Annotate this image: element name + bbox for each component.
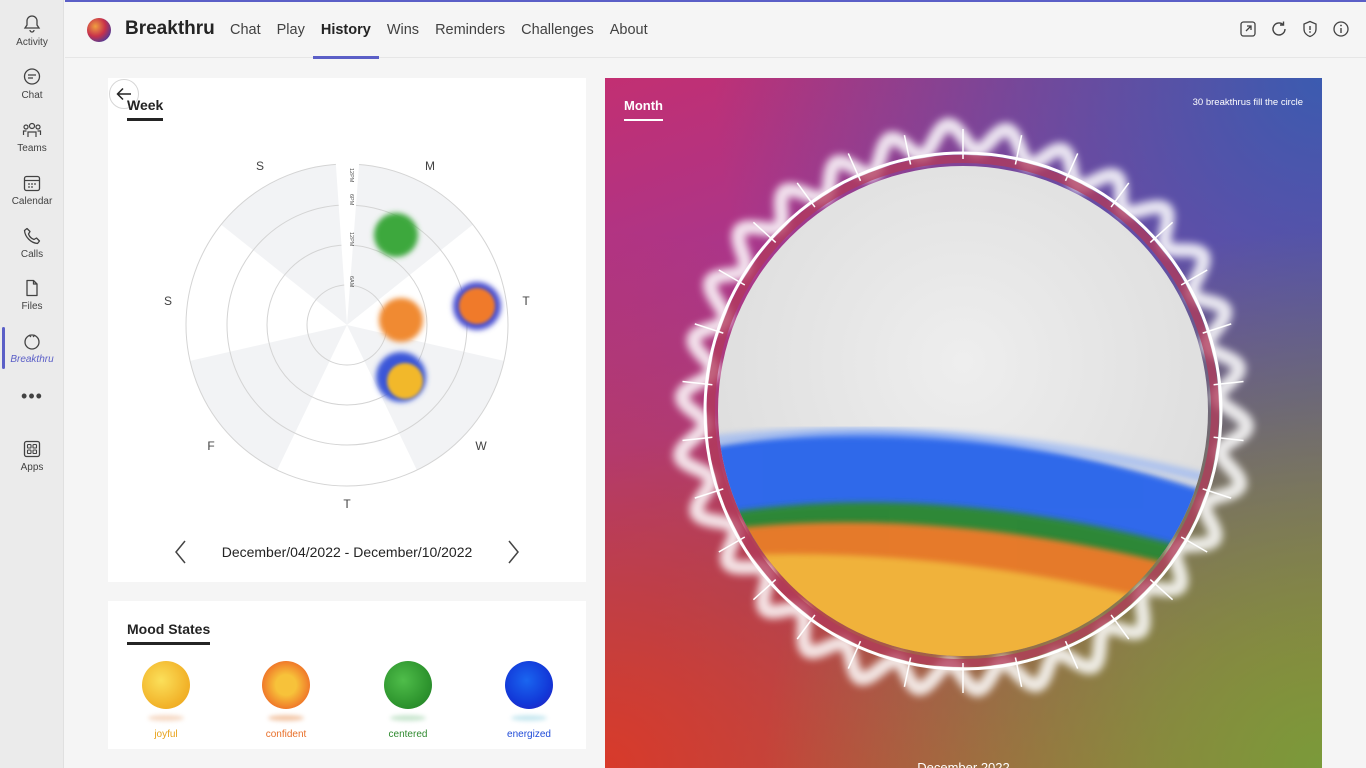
rail-item-teams[interactable]: Teams	[0, 112, 64, 162]
week-card: Week 12PM 6PM 12PM 6AM S M T W T F S Dec…	[108, 78, 586, 582]
rail-item-apps[interactable]: Apps	[0, 431, 64, 481]
bell-icon	[23, 15, 41, 33]
mood-states-title: Mood States	[127, 621, 211, 645]
app-rail: Activity Chat Teams Calendar Calls Files…	[0, 0, 64, 768]
tab-bar: Chat Play History Wins Reminders Challen…	[222, 2, 656, 59]
day-label: S	[164, 294, 172, 308]
tab-challenges[interactable]: Challenges	[513, 2, 602, 58]
info-icon[interactable]	[1332, 20, 1350, 38]
rail-label: Chat	[21, 90, 43, 101]
mood-label: joyful	[154, 729, 178, 740]
file-icon	[26, 279, 38, 297]
rail-item-activity[interactable]: Activity	[0, 6, 64, 56]
calendar-icon	[23, 175, 41, 192]
day-label: S	[256, 159, 264, 173]
mood-states-card: Mood States joyful confident centered en…	[108, 601, 586, 749]
time-label: 6PM	[348, 194, 354, 206]
mood-legend: joyful confident centered energized	[108, 657, 586, 749]
app-header: Breakthru Chat Play History Wins Reminde…	[65, 0, 1366, 59]
tab-about[interactable]: About	[602, 2, 656, 58]
tab-chat[interactable]: Chat	[222, 2, 269, 58]
day-label: F	[207, 439, 214, 453]
shield-icon[interactable]	[1301, 20, 1319, 38]
breakthru-icon	[24, 334, 40, 350]
title-underline	[624, 119, 663, 121]
mood-label: energized	[507, 729, 551, 740]
entry-joyful[interactable]	[387, 363, 423, 399]
mood-shadow	[148, 715, 184, 721]
day-sector	[221, 164, 347, 325]
rail-label: Apps	[20, 462, 44, 473]
refresh-icon[interactable]	[1270, 20, 1288, 38]
mood-blob	[384, 661, 432, 709]
time-label: 6AM	[348, 276, 354, 288]
rail-item-calendar[interactable]: Calendar	[0, 165, 64, 215]
app-logo	[87, 18, 111, 42]
tab-reminders[interactable]: Reminders	[427, 2, 513, 58]
title-underline	[127, 642, 211, 645]
day-label: T	[522, 294, 530, 308]
mood-confident[interactable]: confident	[236, 657, 336, 740]
rail-item-chat[interactable]: Chat	[0, 59, 64, 109]
mood-label: confident	[265, 729, 307, 740]
mood-shadow	[511, 715, 547, 721]
rail-label: Activity	[16, 37, 48, 48]
month-label: December 2022	[917, 760, 1010, 768]
teams-icon	[22, 122, 42, 137]
mood-energized[interactable]: energized	[479, 657, 579, 740]
entry-confident[interactable]	[379, 298, 423, 342]
tab-history[interactable]: History	[312, 2, 379, 59]
rail-item-calls[interactable]: Calls	[0, 218, 64, 268]
rail-item-files[interactable]: Files	[0, 270, 64, 320]
apps-icon	[23, 440, 41, 458]
header-actions	[1239, 20, 1350, 38]
day-label: T	[343, 497, 351, 511]
chevron-right-icon	[508, 540, 519, 564]
month-circle-chart	[672, 117, 1255, 698]
rail-label: Calendar	[11, 196, 53, 207]
day-label: W	[475, 439, 487, 453]
rail-label: Breakthru	[10, 354, 54, 365]
month-title-text: Month	[624, 98, 663, 113]
mood-shadow	[268, 715, 304, 721]
more-apps-button[interactable]: •••	[0, 386, 64, 412]
day-label: M	[425, 159, 435, 173]
mood-shadow	[390, 715, 426, 721]
rail-item-breakthru[interactable]: Breakthru	[0, 323, 64, 373]
mood-states-title-text: Mood States	[127, 621, 211, 637]
week-radial-chart: 12PM 6PM 12PM 6AM S M T W T F S	[164, 152, 530, 511]
mood-blob	[142, 661, 190, 709]
entry-centered[interactable]	[374, 213, 418, 257]
tab-wins[interactable]: Wins	[379, 2, 427, 58]
mood-joyful[interactable]: joyful	[116, 657, 216, 740]
mood-centered[interactable]: centered	[358, 657, 458, 740]
rail-label: Calls	[20, 249, 44, 260]
mood-blob	[262, 661, 310, 709]
next-week-button[interactable]	[502, 538, 524, 566]
month-card: Month 30 breakthrus fill the circle Dece…	[605, 78, 1322, 768]
app-title: Breakthru	[125, 18, 215, 39]
mood-label: centered	[388, 729, 428, 740]
tab-play[interactable]: Play	[269, 2, 313, 58]
month-title: Month	[624, 98, 663, 121]
entry-confident[interactable]	[459, 288, 495, 324]
mood-blob	[505, 661, 553, 709]
phone-icon	[23, 227, 41, 245]
rail-label: Teams	[17, 143, 47, 154]
popout-icon[interactable]	[1239, 20, 1257, 38]
month-note: 30 breakthrus fill the circle	[1192, 97, 1303, 108]
rail-label: Files	[21, 301, 43, 312]
time-label: 12PM	[348, 232, 354, 247]
time-label: 12PM	[348, 168, 354, 183]
chat-icon	[23, 68, 41, 85]
